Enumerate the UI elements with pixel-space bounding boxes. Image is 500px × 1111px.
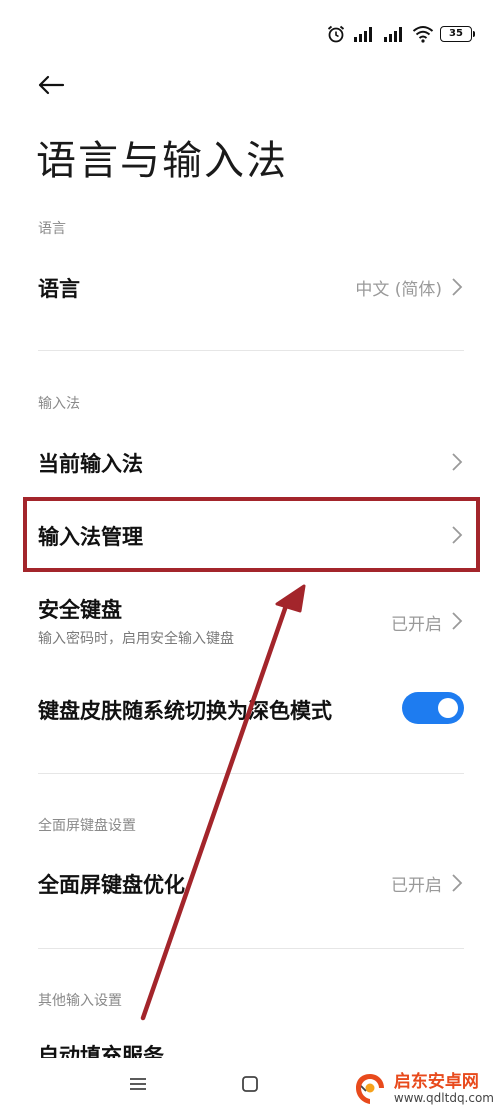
divider (38, 948, 464, 949)
section-header-language: 语言 (38, 221, 66, 237)
watermark-name: 启东安卓网 (393, 1072, 479, 1093)
keyboard-dark-mode-row[interactable]: 键盘皮肤随系统切换为深色模式 (0, 682, 500, 736)
current-input-method-title: 当前输入法 (38, 452, 143, 476)
toggle-knob (438, 698, 458, 718)
menu-icon[interactable] (124, 1070, 152, 1098)
fullscreen-keyboard-row[interactable]: 全面屏键盘优化 已开启 (0, 856, 500, 910)
dark-mode-toggle[interactable] (402, 692, 464, 724)
language-row-value: 中文 (简体) (355, 280, 442, 300)
watermark-logo-icon (355, 1074, 384, 1104)
current-input-method-row[interactable]: 当前输入法 (0, 435, 500, 489)
divider (38, 350, 464, 351)
signal-icon-1 (354, 27, 372, 42)
chevron-right-icon (452, 453, 463, 471)
divider (38, 773, 464, 774)
section-header-input-method: 输入法 (38, 396, 80, 412)
input-method-management-row[interactable]: 输入法管理 (0, 508, 500, 562)
autofill-service-row-partial[interactable]: 自动填充服务 (38, 1040, 164, 1058)
page-title: 语言与输入法 (36, 138, 288, 184)
chevron-right-icon (452, 278, 463, 296)
secure-keyboard-subtitle: 输入密码时，启用安全输入键盘 (38, 631, 234, 647)
alarm-icon (327, 25, 345, 43)
wifi-icon (412, 26, 434, 43)
back-arrow-icon[interactable] (36, 70, 66, 100)
fullscreen-keyboard-value: 已开启 (391, 876, 442, 896)
keyboard-dark-mode-title: 键盘皮肤随系统切换为深色模式 (38, 699, 332, 723)
chevron-right-icon (452, 612, 463, 630)
watermark-url: www.qdltdq.com (393, 1090, 494, 1105)
fullscreen-keyboard-title: 全面屏键盘优化 (38, 873, 185, 897)
section-header-other: 其他输入设置 (38, 993, 122, 1009)
chevron-right-icon (452, 874, 463, 892)
secure-keyboard-row[interactable]: 安全键盘 输入密码时，启用安全输入键盘 已开启 (0, 590, 500, 656)
section-header-fullscreen: 全面屏键盘设置 (38, 818, 136, 834)
home-icon[interactable] (236, 1070, 264, 1098)
chevron-right-icon (452, 526, 463, 544)
language-row-title: 语言 (38, 277, 80, 301)
status-bar: 35 (326, 20, 475, 48)
signal-icon-2 (384, 27, 402, 42)
secure-keyboard-title: 安全键盘 (38, 598, 122, 622)
battery-indicator: 35 (440, 26, 475, 42)
watermark: 启东安卓网 www.qdltdq.com (352, 1071, 494, 1107)
secure-keyboard-value: 已开启 (391, 615, 442, 635)
language-row[interactable]: 语言 中文 (简体) (0, 260, 500, 314)
input-method-management-title: 输入法管理 (38, 525, 143, 549)
